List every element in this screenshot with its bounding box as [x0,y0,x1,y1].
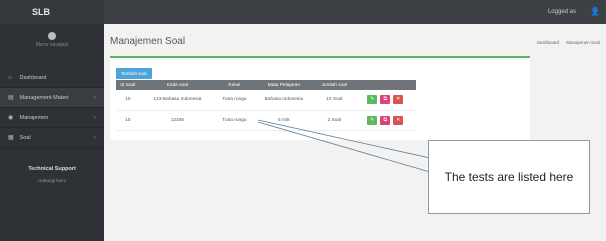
sidebar-item-management-materi[interactable]: ▤ Management Materi ‹ [0,88,104,108]
cell-kelas: Tuna rungu [215,90,254,111]
sidebar-item-label: Management Materi [19,95,69,101]
page-title: Manajemen Soal [110,36,186,47]
questions-table: Id Soal Kode soal Kelas Mata Pelajaran J… [116,80,416,131]
chevron-left-icon: ‹ [94,95,96,101]
breadcrumb: Dashboard Manajemen Soal [531,40,600,45]
cell-id: 10 [116,90,140,111]
sidebar: Menu navigasi ⌂ Dashboard ▤ Management M… [0,24,104,241]
sidebar-item-manajemen[interactable]: ◉ Manajemen ‹ [0,108,104,128]
cell-jumlah: 2 Soal [314,110,355,131]
app-brand[interactable]: SLB [0,0,104,24]
breadcrumb-dashboard[interactable]: Dashboard [537,40,559,45]
table-row: 10 123-Bahasa Indonesia Tuna rungu Bahas… [116,90,416,111]
table-row: 10 12345 Tuna rungu 5 mtk 2 Soal ✎ ⧉ ✕ [116,110,416,131]
column-header: Mata Pelajaran [253,80,315,90]
logged-in-label: Logged as [547,9,576,15]
column-header: Jumlah soal [314,80,355,90]
cell-id: 10 [116,110,140,131]
sidebar-item-label: Soal [19,135,31,141]
cell-code: 12345 [139,110,216,131]
add-question-button[interactable]: Tambah soal [116,68,152,79]
file-icon: ▦ [8,135,14,141]
row-actions: ✎ ⧉ ✕ [354,110,416,131]
home-icon: ⌂ [8,75,12,81]
cell-code: 123-Bahasa Indonesia [139,90,216,111]
cell-kelas: Tuna rungu [215,110,254,131]
users-icon: ◉ [8,115,14,121]
avatar [48,32,56,40]
chevron-left-icon: ‹ [94,115,96,121]
user-panel: Menu navigasi [0,32,104,68]
support-title: Technical Support [28,166,76,172]
copy-button[interactable]: ⧉ [380,95,391,105]
sidebar-caption: Menu navigasi [35,42,69,48]
sidebar-item-label: Manajemen [19,115,49,121]
column-header: Kode soal [139,80,216,90]
folder-icon: ▤ [8,95,14,101]
edit-button[interactable]: ✎ [367,95,378,105]
sidebar-item-label: Dashboard [19,75,47,81]
copy-button[interactable]: ⧉ [380,115,391,125]
questions-panel: Tambah soal Id Soal Kode soal Kelas Mata… [110,56,530,140]
cell-mapel: 5 mtk [253,110,315,131]
cell-mapel: Bahasa Indonesia [253,90,315,111]
edit-button[interactable]: ✎ [367,115,378,125]
user-icon[interactable]: 👤 [590,8,600,16]
row-actions: ✎ ⧉ ✕ [354,90,416,111]
chevron-left-icon: ‹ [94,135,96,141]
sidebar-item-soal[interactable]: ▦ Soal ‹ [0,128,104,148]
sidebar-item-dashboard[interactable]: ⌂ Dashboard [0,68,104,88]
annotation-callout: The tests are listed here [428,140,590,214]
support-link[interactable]: Hubungi kami [0,178,104,183]
delete-button[interactable]: ✕ [393,115,404,125]
delete-button[interactable]: ✕ [393,95,404,105]
breadcrumb-current: Manajemen Soal [566,40,600,45]
cell-jumlah: 10 Soal [314,90,355,111]
column-header: Kelas [215,80,254,90]
column-header [354,80,416,90]
top-navbar: SLB Logged as 👤 [0,0,606,24]
column-header: Id Soal [116,80,140,90]
